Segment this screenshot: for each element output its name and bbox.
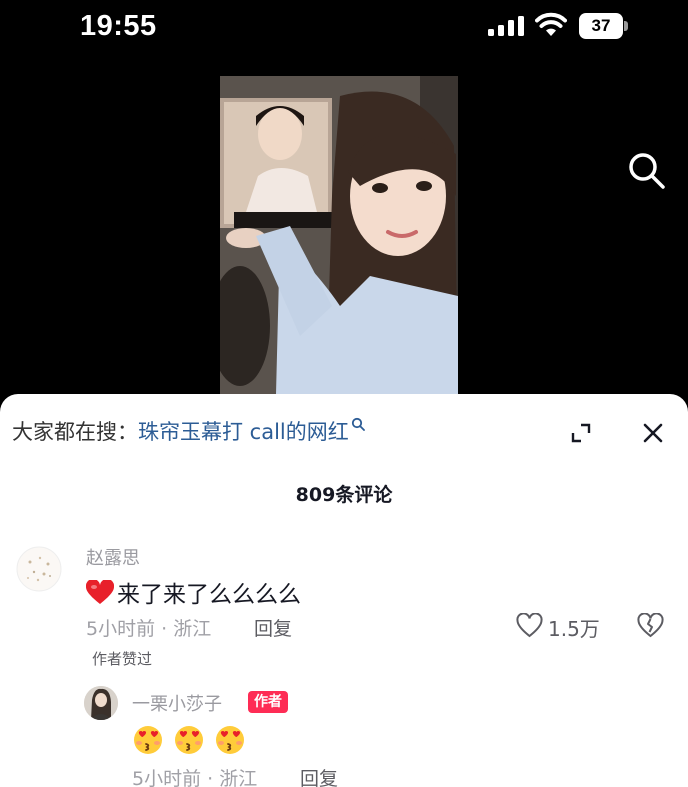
cellular-signal-icon <box>488 16 524 36</box>
comment-text: 来了来了么么么么 <box>86 575 301 609</box>
comment-count: 809条评论 <box>295 484 393 506</box>
reply-avatar[interactable] <box>84 686 118 720</box>
expand-icon[interactable] <box>570 422 592 444</box>
like-count: 1.5万 <box>548 617 600 641</box>
hot-search-term[interactable]: 珠帘玉幕打 call的网红 <box>138 420 349 444</box>
kiss-heart-eyes-emoji-icon <box>175 726 204 754</box>
search-icon[interactable] <box>626 150 666 190</box>
comments-panel: 大家都在搜：珠帘玉幕打 call的网红 809条评论 赵露思 来了来了么么么么 … <box>0 394 688 787</box>
comment-username[interactable]: 赵露思 <box>86 544 140 570</box>
video-frame[interactable] <box>220 76 458 394</box>
reply-text <box>132 725 250 755</box>
avatar[interactable] <box>16 546 62 592</box>
comment-text-body: 来了来了么么么么 <box>117 582 301 608</box>
author-badge: 作者 <box>248 691 288 713</box>
kiss-heart-eyes-emoji-icon <box>216 726 245 754</box>
status-time: 19:55 <box>80 10 157 42</box>
battery-level: 37 <box>579 13 623 39</box>
author-liked-label: 作者赞过 <box>92 650 153 668</box>
heart-outline-icon <box>516 613 543 638</box>
app-root: 19:55 37 大家都在搜：珠帘玉幕打 call的网红 809条评论 赵露思 … <box>0 0 688 787</box>
reply-username[interactable]: 一栗小莎子 <box>132 690 222 716</box>
hot-search-bar[interactable]: 大家都在搜：珠帘玉幕打 call的网红 <box>12 416 365 446</box>
wifi-icon <box>535 12 567 36</box>
battery-icon: 37 <box>579 13 629 39</box>
comment-time-location: 5小时前 · 浙江 <box>86 618 212 640</box>
hot-search-prefix: 大家都在搜： <box>12 420 138 444</box>
reply-time-location: 5小时前 · 浙江 <box>132 768 258 787</box>
video-player[interactable] <box>0 58 688 396</box>
battery-cap <box>624 21 628 31</box>
red-heart-emoji-icon <box>86 580 114 604</box>
close-icon[interactable] <box>641 421 665 445</box>
status-bar: 19:55 37 <box>0 0 688 58</box>
reply-button[interactable]: 回复 <box>300 764 338 787</box>
reply-button[interactable]: 回复 <box>254 614 292 641</box>
broken-heart-icon[interactable] <box>637 613 664 638</box>
small-search-icon <box>351 417 365 431</box>
kiss-heart-eyes-emoji-icon <box>134 726 162 754</box>
video-thumbnail <box>220 76 458 394</box>
